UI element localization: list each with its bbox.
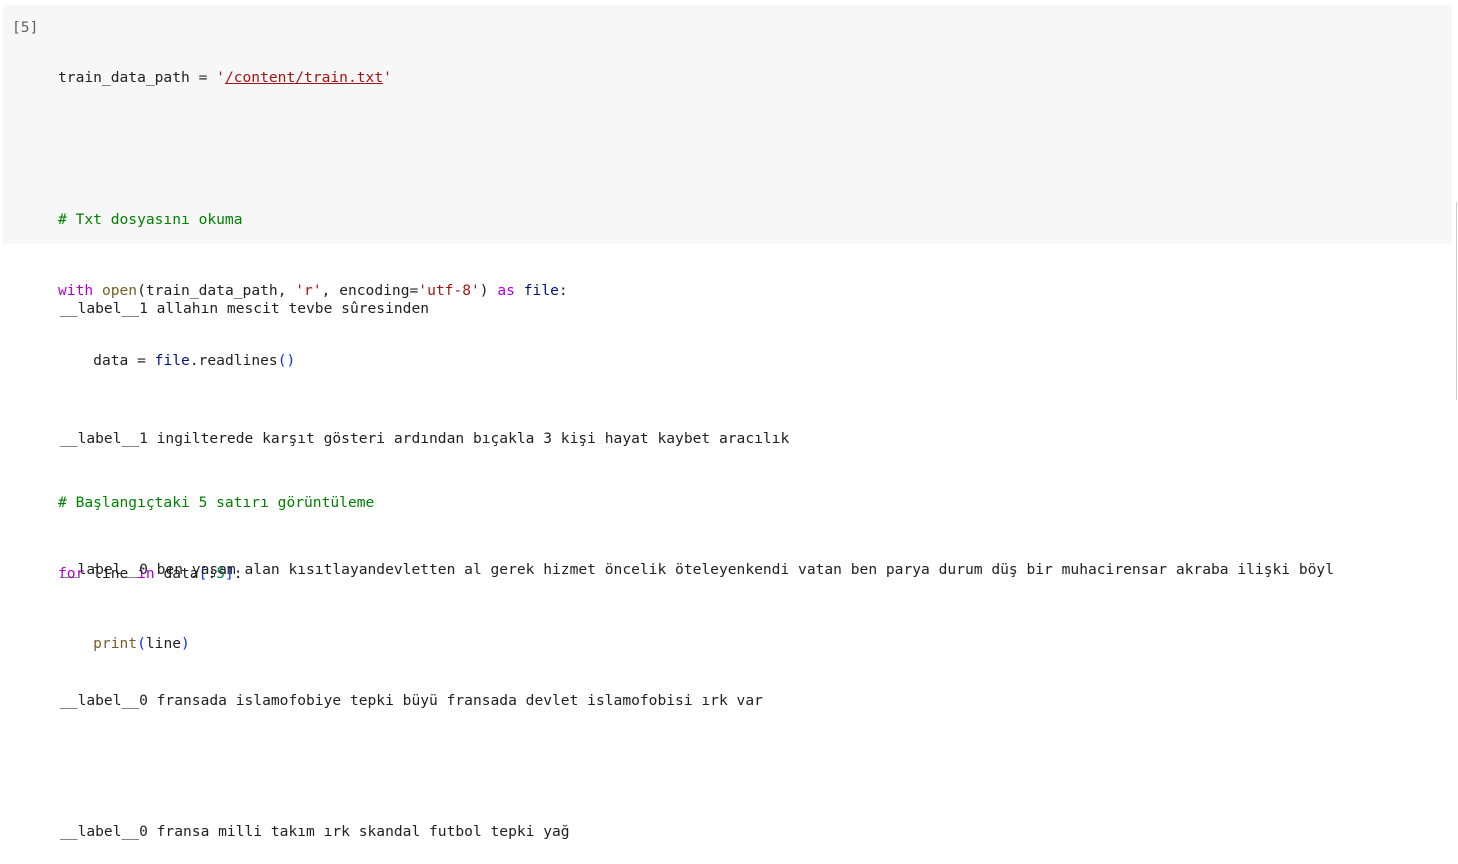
code-token: train_data_path [58,69,190,87]
cell-output: __label__1 allahın mescit tevbe sûresind… [60,254,1452,864]
output-scrollbar[interactable] [1456,202,1457,400]
output-line: __label__0 ben yaşam alan kısıtlayandevl… [60,561,1334,579]
code-line-1: train_data_path = '/content/train.txt' [58,66,568,90]
output-line: __label__1 allahın mescit tevbe sûresind… [60,299,430,317]
output-blank-line [60,755,1452,777]
code-token: = [189,69,217,87]
path-string: /content/train.txt [224,69,384,87]
code-token: ' [383,69,392,87]
output-line: __label__1 ingilterede karşıt gösteri ar… [60,430,790,448]
output-blank-line [60,494,1452,516]
code-comment: # Txt dosyasını okuma [58,210,243,228]
code-token: ' [216,69,225,87]
output-blank-line [60,625,1452,647]
output-line: __label__0 fransada islamofobiye tepki b… [60,691,763,709]
output-line: __label__0 fransa milli takım ırk skanda… [60,822,570,840]
execution-count: [5] [12,19,39,36]
output-blank-line [60,363,1452,385]
code-line-3: # Txt dosyasını okuma [58,208,568,232]
